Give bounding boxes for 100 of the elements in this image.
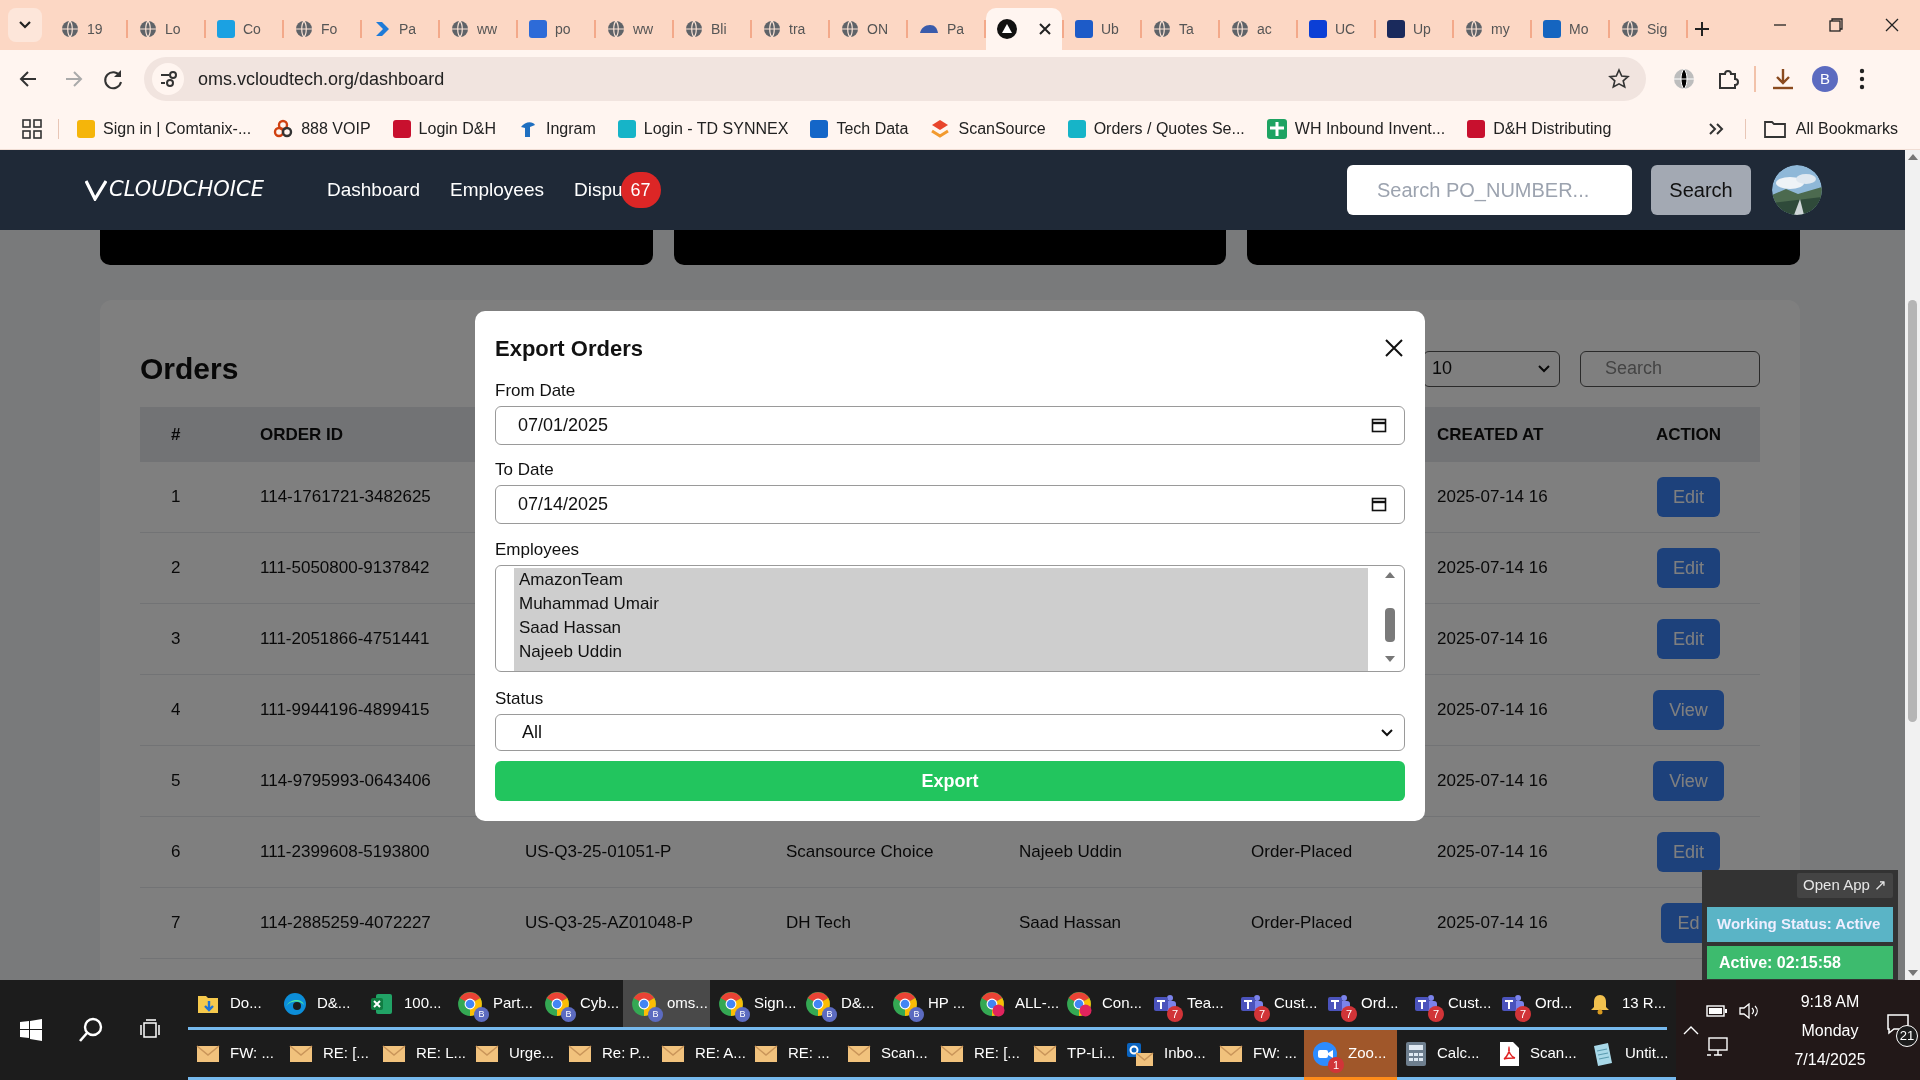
bookmark-link[interactable]: Orders / Quotes Se... [1067,116,1245,141]
download-icon[interactable] [1770,66,1796,92]
browser-tab[interactable]: ww [596,8,672,50]
bookmark-link[interactable]: ScanSource [930,116,1046,141]
start-icon[interactable] [20,1019,42,1041]
calendar-icon[interactable] [1371,496,1387,512]
bookmark-link[interactable]: 888 VOIP [273,116,371,141]
taskbar-button[interactable]: 13 R... [1580,980,1667,1030]
browser-tab[interactable]: Ta [1142,8,1218,50]
taskbar-button[interactable]: B Cyb... [536,980,623,1030]
browser-tab[interactable]: po [518,8,594,50]
taskbar-button[interactable]: RE: [... [932,1030,1025,1080]
browser-tab[interactable]: my [1454,8,1530,50]
chevron-up-icon[interactable] [1682,1024,1700,1036]
search-field[interactable]: Search [1580,350,1760,387]
address-bar[interactable]: oms.vcloudtech.org/dashboard [144,57,1646,101]
browser-tab[interactable]: Ub [1064,8,1140,50]
taskbar-button[interactable]: 7 Ord... [1493,980,1580,1030]
star-icon[interactable] [1608,68,1630,90]
taskbar-button[interactable]: 7 Cust... [1232,980,1319,1030]
taskbar-button[interactable]: ALL-... [971,980,1058,1030]
taskbar-button[interactable]: Do... [188,980,275,1030]
listbox-field[interactable]: AmazonTeam Muhammad Umair Saad Hassan Najeeb Uddin [495,565,1405,672]
browser-tab[interactable]: Up [1376,8,1452,50]
taskbar-button[interactable]: FW: ... [188,1030,281,1080]
date-field[interactable]: 07/14/2025 [495,485,1405,524]
taskbar-button[interactable]: RE: ... [746,1030,839,1080]
taskbar-button[interactable]: RE: L... [374,1030,467,1080]
bookmark-link[interactable]: Ingram [517,116,596,141]
task-view-icon[interactable] [140,1019,162,1041]
bookmark-link[interactable]: Login - TD SYNNEX [617,116,789,141]
volume-icon[interactable] [1738,1003,1760,1019]
taskbar-button[interactable]: D&... [275,980,362,1030]
search-icon[interactable] [77,1016,105,1044]
open-app-button[interactable]: Open App ↗ [1797,873,1893,898]
taskbar-button[interactable]: Urge... [467,1030,560,1080]
taskbar-button[interactable]: TP-Li... [1025,1030,1118,1080]
taskbar-button[interactable]: Scan... [839,1030,932,1080]
nav-link[interactable]: Dispu [573,175,623,205]
browser-tab[interactable]: ac [1220,8,1296,50]
browser-tab[interactable]: Pa [362,8,438,50]
calendar-icon[interactable] [1371,417,1387,433]
bookmark-link[interactable]: Login D&H [392,116,496,141]
browser-tab[interactable]: ON [830,8,906,50]
tab-list-button[interactable] [8,8,42,42]
taskbar-button[interactable]: B HP ... [884,980,971,1030]
all-bookmarks-button[interactable]: All Bookmarks [1763,116,1898,141]
nav-link[interactable]: Employees [449,175,544,205]
browser-tab[interactable]: Pa [908,8,984,50]
bookmark-link[interactable]: Tech Data [810,116,909,141]
status-select[interactable]: All [495,714,1405,751]
taskbar-button[interactable]: Scan... [1490,1030,1583,1080]
browser-tab[interactable]: UC [1298,8,1374,50]
taskbar-button[interactable]: RE: A... [653,1030,746,1080]
taskbar-button[interactable]: 7 Tea... [1145,980,1232,1030]
apps-grid-icon[interactable] [22,118,42,139]
browser-tab[interactable]: 19 [50,8,126,50]
new-tab-icon[interactable] [1694,21,1710,37]
taskbar-button[interactable]: 100... [362,980,449,1030]
site-info-icon[interactable] [152,63,184,95]
clock[interactable]: 9:18 AM Monday 7/14/2025 [1778,986,1882,1074]
taskbar-button[interactable]: Con... [1058,980,1145,1030]
browser-tab[interactable]: Sig [1610,8,1686,50]
browser-tab[interactable]: Co [206,8,282,50]
battery-icon[interactable] [1706,1003,1728,1019]
taskbar-button[interactable]: Re: P... [560,1030,653,1080]
search-button[interactable]: Search [1651,165,1751,215]
browser-tab[interactable]: ww [440,8,516,50]
puzzle-icon[interactable] [1716,67,1740,91]
nav-link[interactable]: Dashboard [327,175,420,205]
browser-tab[interactable]: Mo [1532,8,1608,50]
search-field[interactable]: Search PO_NUMBER... [1347,165,1632,215]
taskbar-button[interactable]: B D&... [797,980,884,1030]
network-icon[interactable] [1706,1037,1730,1057]
browser-tab[interactable]: Lo [128,8,204,50]
taskbar-button[interactable]: 7 Cust... [1406,980,1493,1030]
modal-title: Export Orders [495,334,643,363]
taskbar-button[interactable]: B oms... [623,980,710,1030]
close-icon[interactable] [1385,339,1403,357]
taskbar-button[interactable]: Inbo... [1118,1030,1211,1080]
profile-avatar[interactable]: B [1812,66,1838,92]
bookmark-link[interactable]: D&H Distributing [1467,116,1612,141]
taskbar-button[interactable]: RE: [... [281,1030,374,1080]
browser-tab[interactable]: Fo [284,8,360,50]
browser-tab[interactable]: Bli [674,8,750,50]
browser-tab[interactable]: tra [752,8,828,50]
taskbar-button[interactable]: B Part... [449,980,536,1030]
bookmark-link[interactable]: WH Inbound Invent... [1266,116,1446,141]
browser-tab[interactable] [986,8,1062,50]
tile-icon [217,20,235,38]
taskbar-button[interactable]: B Sign... [710,980,797,1030]
close-icon[interactable] [1039,23,1051,35]
logo[interactable]: CLOUDCHOICE [85,174,265,206]
bookmark-link[interactable]: Sign in | Comtanix-... [77,116,252,141]
taskbar-button[interactable]: Calc... [1397,1030,1490,1080]
scrollbar[interactable] [1905,150,1920,980]
date-field[interactable]: 07/01/2025 [495,406,1405,445]
notification-button[interactable]: 21 [1886,1013,1920,1047]
taskbar-button[interactable]: 1 Zoo... [1304,1030,1397,1080]
globe-icon[interactable] [1672,67,1696,91]
